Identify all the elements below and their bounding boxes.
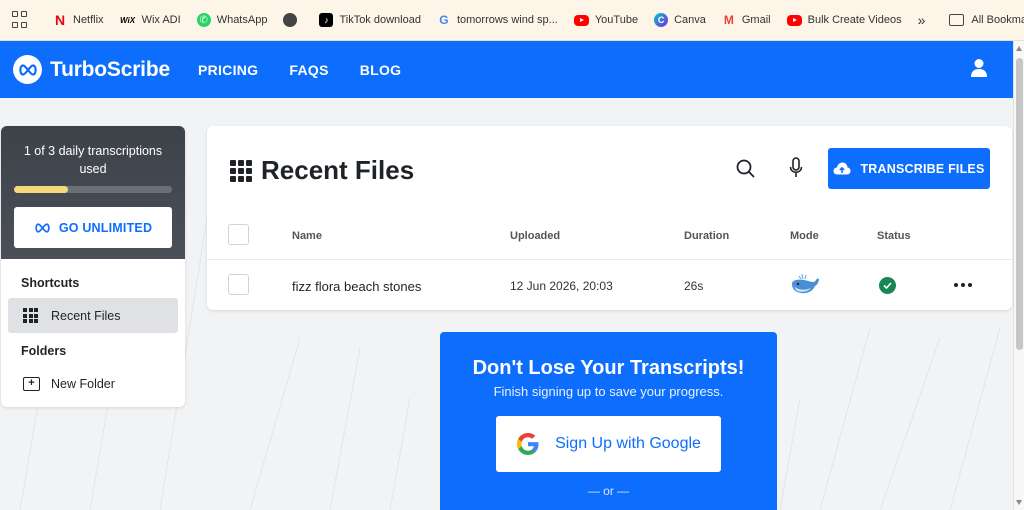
bookmark-tiktok[interactable]: ♪ TikTok download bbox=[319, 13, 421, 27]
netflix-icon: N bbox=[54, 12, 66, 28]
status-completed-icon bbox=[879, 277, 896, 294]
globe-icon bbox=[283, 13, 298, 27]
more-bookmarks-icon[interactable]: » bbox=[918, 12, 926, 28]
recent-files-card: Recent Files TRANSCRIBE FILES Name Uploa… bbox=[207, 126, 1012, 310]
google-logo-icon bbox=[517, 433, 539, 455]
usage-progress-bar bbox=[14, 186, 172, 193]
all-bookmarks-label: All Bookmarks bbox=[971, 14, 1024, 26]
column-header-uploaded[interactable]: Uploaded bbox=[510, 230, 560, 242]
table-divider bbox=[207, 259, 1012, 260]
shortcuts-heading: Shortcuts bbox=[21, 276, 80, 290]
usage-panel: 1 of 3 daily transcriptions used GO UNLI… bbox=[1, 126, 185, 259]
youtube-icon bbox=[786, 14, 802, 26]
select-all-checkbox[interactable] bbox=[228, 224, 249, 245]
column-header-mode[interactable]: Mode bbox=[790, 230, 819, 242]
folders-heading: Folders bbox=[21, 344, 67, 358]
whatsapp-icon: ✆ bbox=[196, 13, 211, 27]
sidebar-item-new-folder[interactable]: + New Folder bbox=[8, 366, 178, 401]
bookmark-label: Wix ADI bbox=[141, 14, 181, 26]
all-bookmarks[interactable]: All Bookmarks bbox=[949, 14, 1024, 26]
promo-title: Don't Lose Your Transcripts! bbox=[472, 357, 745, 379]
bookmark-label: WhatsApp bbox=[216, 14, 268, 26]
scroll-thumb[interactable] bbox=[1016, 58, 1023, 350]
whale-icon bbox=[792, 273, 819, 294]
page-scrollbar[interactable] bbox=[1013, 41, 1024, 510]
row-more-options-icon[interactable] bbox=[954, 283, 972, 287]
column-header-duration[interactable]: Duration bbox=[684, 230, 729, 242]
bookmark-wix[interactable]: WiX Wix ADI bbox=[120, 13, 181, 27]
grid-icon bbox=[230, 159, 252, 182]
sidebar-item-label: Recent Files bbox=[51, 308, 121, 323]
bookmark-globe[interactable] bbox=[283, 13, 303, 27]
bookmark-label: Netflix bbox=[73, 14, 104, 26]
infinity-icon bbox=[35, 222, 50, 233]
turboscribe-logo-icon[interactable] bbox=[13, 55, 42, 84]
cloud-upload-icon bbox=[833, 162, 851, 175]
folder-plus-icon: + bbox=[23, 376, 40, 391]
tiktok-icon: ♪ bbox=[319, 13, 334, 27]
grid-icon bbox=[23, 308, 38, 323]
sign-up-with-google-label: Sign Up with Google bbox=[555, 435, 701, 452]
bookmark-label: Gmail bbox=[741, 14, 771, 26]
bookmark-netflix[interactable]: N Netflix bbox=[53, 12, 104, 28]
bookmarks-bar: N Netflix WiX Wix ADI ✆ WhatsApp ♪ TikTok do… bbox=[0, 0, 1024, 41]
bookmark-canva[interactable]: C Canva bbox=[654, 13, 706, 27]
bookmark-label: tomorrows wind sp... bbox=[456, 14, 558, 26]
sidebar: 1 of 3 daily transcriptions used GO UNLI… bbox=[1, 126, 185, 407]
gmail-icon: M bbox=[723, 13, 734, 27]
sign-up-with-google-button[interactable]: Sign Up with Google bbox=[496, 416, 721, 472]
promo-or-divider: — or — bbox=[587, 484, 630, 498]
youtube-icon bbox=[573, 14, 589, 26]
sidebar-item-label: New Folder bbox=[51, 376, 115, 391]
page-title: Recent Files bbox=[230, 155, 414, 186]
microphone-icon[interactable] bbox=[789, 157, 803, 179]
transcribe-files-label: TRANSCRIBE FILES bbox=[860, 161, 985, 176]
scroll-up-arrow-icon[interactable] bbox=[1016, 46, 1022, 51]
nav-faqs[interactable]: FAQS bbox=[289, 62, 328, 78]
bookmark-label: Bulk Create Videos bbox=[807, 14, 902, 26]
column-header-name[interactable]: Name bbox=[292, 230, 322, 242]
row-checkbox[interactable] bbox=[228, 274, 249, 295]
bookmark-bulk-create[interactable]: Bulk Create Videos bbox=[786, 14, 902, 26]
canva-icon: C bbox=[654, 13, 669, 27]
apps-grid-icon[interactable] bbox=[12, 11, 27, 29]
go-unlimited-label: GO UNLIMITED bbox=[58, 220, 153, 235]
file-name-link[interactable]: fizz flora beach stones bbox=[292, 279, 421, 294]
file-uploaded-date: 12 Jun 2026, 20:03 bbox=[510, 279, 613, 293]
scroll-down-arrow-icon[interactable] bbox=[1016, 500, 1022, 505]
top-navbar: TurboScribe PRICING FAQS BLOG bbox=[0, 41, 1013, 98]
bookmark-whatsapp[interactable]: ✆ WhatsApp bbox=[196, 13, 268, 27]
nav-pricing[interactable]: PRICING bbox=[198, 62, 258, 78]
user-account-icon[interactable] bbox=[970, 58, 988, 78]
signup-promo-card: Don't Lose Your Transcripts! Finish sign… bbox=[440, 332, 777, 510]
search-icon[interactable] bbox=[736, 159, 755, 178]
promo-subtitle: Finish signing up to save your progress. bbox=[493, 384, 724, 399]
google-icon: G bbox=[439, 13, 449, 27]
transcribe-files-button[interactable]: TRANSCRIBE FILES bbox=[828, 148, 990, 189]
bookmark-label: YouTube bbox=[594, 14, 639, 26]
bookmark-label: Canva bbox=[674, 14, 706, 26]
bookmark-gmail[interactable]: M Gmail bbox=[722, 13, 771, 27]
go-unlimited-button[interactable]: GO UNLIMITED bbox=[14, 207, 172, 248]
wix-icon: WiX bbox=[120, 15, 136, 25]
folder-icon bbox=[949, 14, 965, 26]
usage-progress-fill bbox=[14, 186, 68, 193]
file-duration: 26s bbox=[684, 279, 704, 293]
bookmark-google-search[interactable]: Gtomorrows wind sp... bbox=[437, 13, 558, 27]
nav-blog[interactable]: BLOG bbox=[360, 62, 402, 78]
sidebar-item-recent-files[interactable]: Recent Files bbox=[8, 298, 178, 333]
bookmark-label: TikTok download bbox=[339, 14, 421, 26]
page-title-text: Recent Files bbox=[261, 155, 415, 185]
usage-text: 1 of 3 daily transcriptions used bbox=[23, 144, 163, 176]
column-header-status[interactable]: Status bbox=[877, 230, 911, 242]
brand-name[interactable]: TurboScribe bbox=[50, 58, 170, 82]
bookmark-youtube[interactable]: YouTube bbox=[573, 14, 639, 26]
